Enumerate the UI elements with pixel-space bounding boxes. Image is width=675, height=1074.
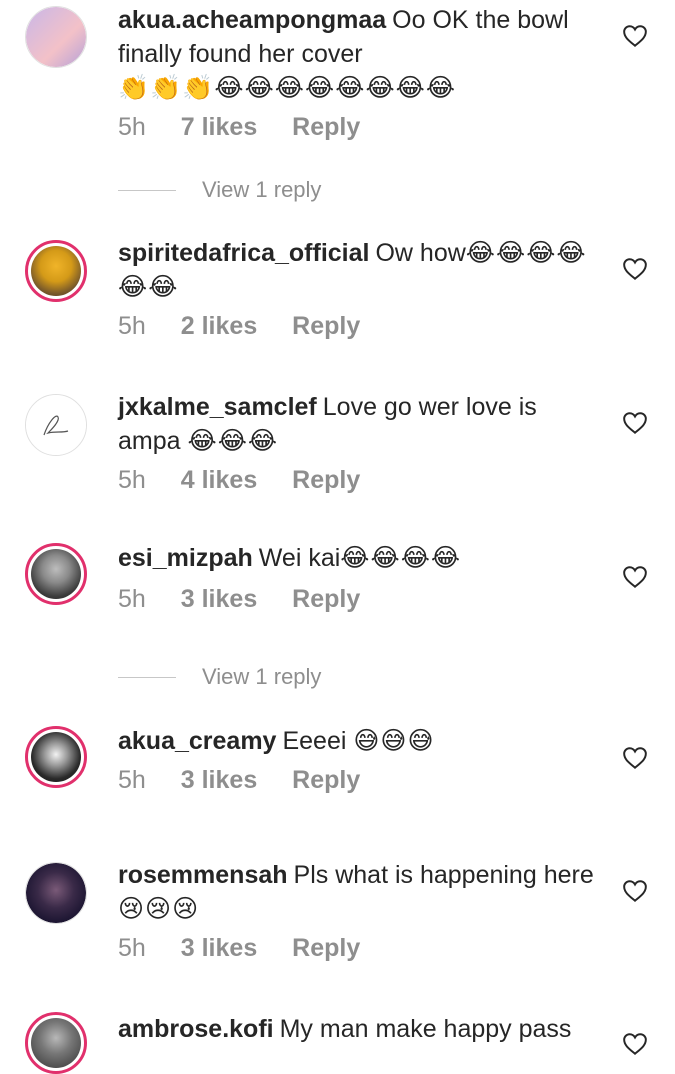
comment-text: Wei kai	[258, 544, 341, 572]
reply-button[interactable]: Reply	[292, 113, 360, 141]
reply-button[interactable]: Reply	[292, 312, 360, 340]
reply-button[interactable]: Reply	[292, 466, 360, 494]
comment-meta: 5h 2 likes Reply	[118, 312, 388, 341]
comment-likes[interactable]: 4 likes	[181, 466, 257, 494]
signature-logo-icon	[26, 395, 86, 455]
avatar[interactable]	[25, 240, 87, 302]
reply-button[interactable]: Reply	[292, 934, 360, 962]
heart-icon[interactable]	[622, 24, 648, 48]
comment-body: akua.acheampongmaa Oo OK the bowl finally…	[118, 3, 598, 105]
comment-body: akua_creamy Eeeei 😅😅😅	[118, 724, 598, 758]
view-replies-label: View 1 reply	[202, 664, 322, 689]
view-replies-button[interactable]: View 1 reply	[118, 175, 321, 205]
comment-meta: 5h 7 likes Reply	[118, 113, 388, 142]
comment-emoji: 😂😂😂	[187, 426, 279, 455]
avatar[interactable]	[25, 6, 87, 68]
comment-emoji: 👏👏👏😂😂😂😂😂😂😂😂	[118, 73, 457, 102]
reply-button[interactable]: Reply	[292, 585, 360, 613]
comment-meta: 5h 3 likes Reply	[118, 585, 388, 614]
comment-time: 5h	[118, 934, 146, 962]
comment-username[interactable]: spiritedafrica_official	[118, 239, 369, 267]
comment-text: My man make happy pass	[279, 1015, 572, 1043]
comment-body: jxkalme_samclef Love go wer love is ampa …	[118, 390, 598, 458]
avatar[interactable]	[25, 543, 87, 605]
divider-line	[118, 676, 176, 678]
comment-time: 5h	[118, 113, 146, 141]
heart-icon[interactable]	[622, 1032, 648, 1056]
comment-body: rosemmensah Pls what is happening here 😢😢…	[118, 858, 598, 926]
reply-button[interactable]: Reply	[292, 766, 360, 794]
avatar[interactable]	[25, 1012, 87, 1074]
comment-meta: 5h 3 likes Reply	[118, 934, 388, 963]
comment-likes[interactable]: 3 likes	[181, 934, 257, 962]
comment-username[interactable]: rosemmensah	[118, 861, 288, 889]
comment-time: 5h	[118, 585, 146, 613]
comment-likes[interactable]: 3 likes	[181, 766, 257, 794]
avatar[interactable]	[25, 862, 87, 924]
avatar[interactable]	[25, 726, 87, 788]
comment-body: esi_mizpah Wei kai😂😂😂😂	[118, 541, 598, 575]
heart-icon[interactable]	[622, 565, 648, 589]
comment-emoji: 😅😅😅	[353, 726, 435, 755]
comment-time: 5h	[118, 766, 146, 794]
comment-text: Eeeei	[282, 727, 347, 755]
comment-username[interactable]: jxkalme_samclef	[118, 393, 317, 421]
comment-likes[interactable]: 2 likes	[181, 312, 257, 340]
comment-emoji: 😢😢😢	[118, 894, 200, 923]
comment-time: 5h	[118, 312, 146, 340]
comment-time: 5h	[118, 466, 146, 494]
comment-username[interactable]: esi_mizpah	[118, 544, 253, 572]
heart-icon[interactable]	[622, 257, 648, 281]
view-replies-label: View 1 reply	[202, 177, 322, 202]
comment-body: ambrose.kofi My man make happy pass	[118, 1012, 598, 1046]
comment-emoji: 😂😂😂😂	[340, 543, 462, 572]
comment-body: spiritedafrica_official Ow how😂😂😂😂😂😂	[118, 236, 598, 304]
heart-icon[interactable]	[622, 879, 648, 903]
comment-username[interactable]: ambrose.kofi	[118, 1015, 274, 1043]
avatar[interactable]	[25, 394, 87, 456]
comment-likes[interactable]: 7 likes	[181, 113, 257, 141]
divider-line	[118, 189, 176, 191]
comment-meta: 5h 4 likes Reply	[118, 466, 388, 495]
comment-likes[interactable]: 3 likes	[181, 585, 257, 613]
heart-icon[interactable]	[622, 746, 648, 770]
comment-username[interactable]: akua.acheampongmaa	[118, 6, 386, 34]
comment-text: Pls what is happening here	[293, 861, 594, 889]
comment-meta: 5h 3 likes Reply	[118, 766, 388, 795]
view-replies-button[interactable]: View 1 reply	[118, 662, 321, 692]
comment-text: Ow how	[375, 239, 466, 267]
heart-icon[interactable]	[622, 411, 648, 435]
comment-username[interactable]: akua_creamy	[118, 727, 276, 755]
